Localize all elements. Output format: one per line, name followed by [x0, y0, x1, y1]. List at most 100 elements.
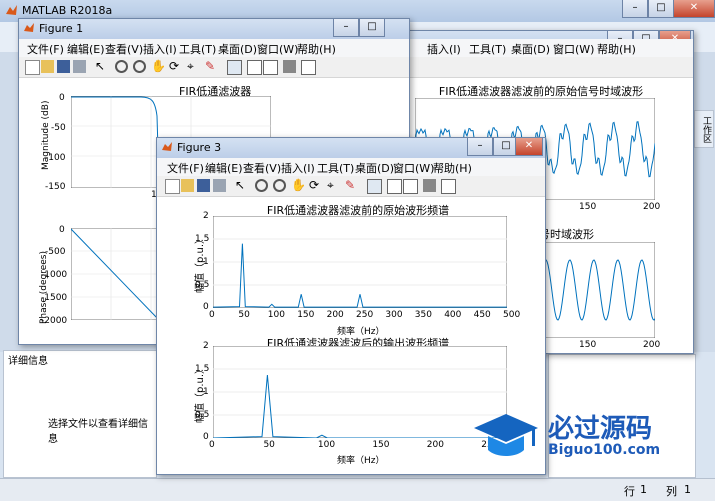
xtick-label: 50: [263, 440, 275, 450]
colorbar-icon[interactable]: [247, 60, 262, 75]
close-button[interactable]: ✕: [673, 0, 715, 18]
open-icon[interactable]: [41, 60, 54, 73]
fig3-menu-edit[interactable]: 编辑(E): [205, 160, 243, 176]
rotate-icon[interactable]: ⟳: [309, 179, 322, 192]
new-icon[interactable]: [165, 179, 180, 194]
save-icon[interactable]: [57, 60, 70, 73]
hide-tools-icon[interactable]: [283, 60, 296, 73]
fig1-menu-insert[interactable]: 插入(I): [143, 41, 177, 57]
fig2-bottom-xtick: 150: [579, 340, 597, 350]
fig2-menu-tools[interactable]: 工具(T): [469, 41, 506, 57]
brush-icon[interactable]: ✎: [345, 179, 358, 192]
fig3-bottom-ylabel: 幅值（p.u.）: [195, 363, 206, 423]
fig1-maximize-button[interactable]: □: [359, 19, 385, 37]
open-icon[interactable]: [181, 179, 194, 192]
zoom-out-icon[interactable]: [273, 179, 286, 192]
fig2-top-xtick: 150: [579, 202, 597, 212]
xtick-label: 150: [372, 440, 390, 450]
maximize-button[interactable]: □: [648, 0, 674, 18]
minimize-button[interactable]: –: [622, 0, 648, 18]
row-label: 行: [624, 485, 635, 498]
hide-tools-icon[interactable]: [423, 179, 436, 192]
fig3-close-button[interactable]: ✕: [515, 138, 543, 156]
legend-icon[interactable]: [403, 179, 418, 194]
pointer-icon[interactable]: ↖: [95, 60, 108, 73]
status-bar: 行 1 列 1: [0, 478, 715, 501]
fig3-top-ylabel: 幅值（p.u.）: [195, 233, 206, 293]
brush-icon[interactable]: ✎: [205, 60, 218, 73]
pan-icon[interactable]: ✋: [291, 179, 306, 192]
fig1-minimize-button[interactable]: –: [333, 19, 359, 37]
fig3-bottom-ytick: 2: [203, 341, 209, 351]
zoom-out-icon[interactable]: [133, 60, 146, 73]
graduation-cap-icon: [474, 414, 538, 456]
matlab-logo-icon: [6, 5, 17, 15]
save-icon[interactable]: [197, 179, 210, 192]
fig1-menu-desktop[interactable]: 桌面(D): [218, 41, 257, 57]
fig3-bottom-ytick: 0: [203, 432, 209, 442]
workspace-tab[interactable]: 工作区: [694, 110, 714, 148]
figure3-title: Figure 3: [177, 141, 222, 154]
fig1-menubar: 文件(F) 编辑(E) 查看(V) 插入(I) 工具(T) 桌面(D) 窗口(W…: [19, 39, 409, 57]
fig2-menu-desktop[interactable]: 桌面(D): [511, 41, 550, 57]
print-icon[interactable]: [73, 60, 86, 73]
xtick-label: 200: [426, 440, 444, 450]
fig2-bottom-title: 号时域波形: [539, 228, 594, 241]
fig3-top-plot: [213, 216, 507, 308]
fig1-menu-tools[interactable]: 工具(T): [179, 41, 216, 57]
col-value: 1: [684, 483, 691, 496]
details-header: 详细信息: [8, 356, 48, 367]
legend-icon[interactable]: [263, 60, 278, 75]
xtick-label: 200: [326, 310, 344, 320]
fig3-menu-window[interactable]: 窗口(W): [393, 160, 434, 176]
fig2-bottom-xtick: 200: [643, 340, 661, 350]
fig1-menu-file[interactable]: 文件(F): [27, 41, 64, 57]
details-empty-text: 选择文件以查看详细信息: [48, 419, 148, 445]
fig2-menu-help[interactable]: 帮助(H): [597, 41, 636, 57]
show-tools-icon[interactable]: [301, 60, 316, 75]
fig2-top-xtick: 200: [643, 202, 661, 212]
fig3-bottom-plot: [213, 346, 507, 438]
fig2-menu-insert[interactable]: 插入(I): [427, 41, 461, 57]
xtick-label: 50: [238, 310, 250, 320]
fig1-mag-ylabel: Magnitude (dB): [41, 100, 51, 170]
xtick-label: 500: [503, 310, 521, 320]
fig3-minimize-button[interactable]: –: [467, 138, 493, 156]
link-icon[interactable]: [227, 60, 242, 75]
fig1-mag-ytick: -150: [45, 182, 66, 192]
figure1-titlebar[interactable]: Figure 1 – □: [19, 19, 409, 39]
zoom-in-icon[interactable]: [115, 60, 128, 73]
fig1-menu-help[interactable]: 帮助(H): [297, 41, 336, 57]
fig3-menu-view[interactable]: 查看(V): [243, 160, 281, 176]
fig2-menu-window[interactable]: 窗口(W): [553, 41, 594, 57]
row-value: 1: [640, 483, 647, 496]
colorbar-icon[interactable]: [387, 179, 402, 194]
fig1-menu-view[interactable]: 查看(V): [105, 41, 143, 57]
fig1-menu-edit[interactable]: 编辑(E): [67, 41, 105, 57]
col-label: 列: [666, 485, 677, 498]
figure3-titlebar[interactable]: Figure 3 – □ ✕: [157, 138, 545, 158]
xtick-label: 100: [317, 440, 336, 450]
pointer-icon[interactable]: ↖: [235, 179, 248, 192]
xtick-label: 100: [267, 310, 285, 320]
fig3-menu-help[interactable]: 帮助(H): [433, 160, 472, 176]
link-icon[interactable]: [367, 179, 382, 194]
zoom-in-icon[interactable]: [255, 179, 268, 192]
fig3-menu-desktop[interactable]: 桌面(D): [355, 160, 394, 176]
xtick-label: 300: [385, 310, 403, 320]
fig1-menu-window[interactable]: 窗口(W): [257, 41, 298, 57]
app-title: MATLAB R2018a: [22, 4, 113, 17]
datacursor-icon[interactable]: ⌖: [327, 179, 340, 192]
new-icon[interactable]: [25, 60, 40, 75]
xtick-label: 0: [209, 440, 215, 450]
watermark: 必过源码 Biguo100.com: [470, 408, 685, 466]
datacursor-icon[interactable]: ⌖: [187, 60, 200, 73]
fig3-menu-insert[interactable]: 插入(I): [281, 160, 315, 176]
fig3-menu-file[interactable]: 文件(F): [167, 160, 204, 176]
print-icon[interactable]: [213, 179, 226, 192]
fig3-menu-tools[interactable]: 工具(T): [317, 160, 354, 176]
rotate-icon[interactable]: ⟳: [169, 60, 182, 73]
show-tools-icon[interactable]: [441, 179, 456, 194]
pan-icon[interactable]: ✋: [151, 60, 166, 73]
figure1-title: Figure 1: [39, 22, 84, 35]
